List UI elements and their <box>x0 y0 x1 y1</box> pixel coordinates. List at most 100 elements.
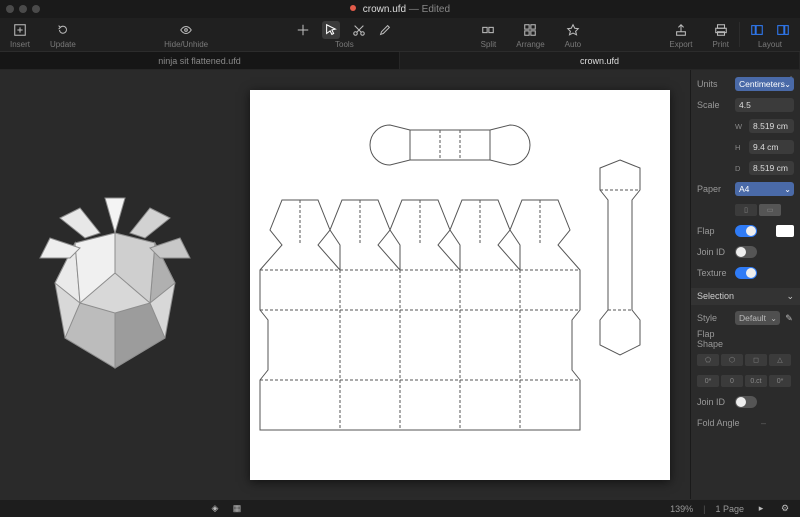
style-label: Style <box>697 313 731 323</box>
width-input[interactable]: 8.519 cm <box>749 119 794 133</box>
titlebar: crown.ufd — Edited <box>0 0 800 18</box>
auto-icon[interactable] <box>566 23 580 37</box>
move-tool-icon[interactable] <box>296 23 310 37</box>
toolbar-label-tools: Tools <box>335 40 354 49</box>
toolbar-group-export: Export <box>659 18 702 51</box>
tab-label: ninja sit flattened.ufd <box>158 56 241 66</box>
style-select[interactable]: Default⌄ <box>735 311 780 325</box>
flap-shape-2-icon[interactable]: ⬡ <box>721 354 743 366</box>
hide-icon[interactable] <box>179 23 193 37</box>
scale-input[interactable]: 4.5 <box>735 98 794 112</box>
toolbar-group-update: Update <box>40 18 86 51</box>
chevron-down-icon: ⌄ <box>784 185 791 194</box>
tab-inactive[interactable]: ninja sit flattened.ufd <box>0 52 400 69</box>
fold-angle-value: – <box>761 418 766 428</box>
main-area: Units Centimeters ⌄ Scale 4.5 W 8.519 cm… <box>0 70 800 499</box>
export-icon[interactable] <box>674 23 688 37</box>
toolbar-label-update: Update <box>50 40 76 49</box>
flap-shape-3-icon[interactable]: ◻ <box>745 354 767 366</box>
toolbar-label-layout: Layout <box>758 40 782 49</box>
toolbar-group-arrange: Arrange <box>506 18 554 51</box>
toolbar-label-export: Export <box>669 40 692 49</box>
tab-label: crown.ufd <box>580 56 619 66</box>
toolbar-group-layout: Layout <box>740 18 800 51</box>
paper-value: A4 <box>739 184 749 194</box>
edit-style-icon[interactable]: ✎ <box>784 311 794 325</box>
toolbar: Insert Update Hide/Unhide Tools Split Ar… <box>0 18 800 52</box>
update-icon[interactable] <box>56 23 70 37</box>
joinid2-label: Join ID <box>697 397 731 407</box>
chevron-down-icon: ⌄ <box>784 80 791 89</box>
window-filename: crown.ufd <box>363 4 406 15</box>
paper-select[interactable]: A4 ⌄ <box>735 182 794 196</box>
orientation-segmented[interactable]: ▯ ▭ <box>735 204 781 216</box>
flap-color-swatch[interactable] <box>776 225 794 237</box>
close-dot-icon[interactable] <box>6 5 14 13</box>
toolbar-label-hide: Hide/Unhide <box>164 40 208 49</box>
zoom-level[interactable]: 139% <box>670 504 693 514</box>
toolbar-group-tools: Tools <box>286 18 402 51</box>
toolbar-label-split: Split <box>481 40 497 49</box>
window-edited: — Edited <box>409 4 450 15</box>
layout-left-icon[interactable] <box>750 23 764 37</box>
cut-tool-icon[interactable] <box>352 23 366 37</box>
scale-label: Scale <box>697 100 731 110</box>
toolbar-group-auto: Auto <box>555 18 591 51</box>
page-count[interactable]: 1 Page <box>715 504 744 514</box>
texture-label: Texture <box>697 268 731 278</box>
height-input[interactable]: 9.4 cm <box>749 140 794 154</box>
joinid-label: Join ID <box>697 247 731 257</box>
angle-values: 0* 0 0.ct 0* <box>697 375 794 387</box>
landscape-icon[interactable]: ▭ <box>759 204 781 216</box>
window-traffic-lights[interactable] <box>6 5 40 13</box>
portrait-icon[interactable]: ▯ <box>735 204 757 216</box>
flap-label: Flap <box>697 226 731 236</box>
layout-right-icon[interactable] <box>776 23 790 37</box>
zoom-dot-icon[interactable] <box>32 5 40 13</box>
viewport-3d[interactable] <box>0 70 230 499</box>
paper-label: Paper <box>697 184 731 194</box>
chevron-down-icon: ⌄ <box>786 291 794 302</box>
fold-angle-label: Fold Angle <box>697 418 757 428</box>
inspector-panel: Units Centimeters ⌄ Scale 4.5 W 8.519 cm… <box>690 70 800 499</box>
pointer-tool-icon[interactable] <box>322 21 340 39</box>
view-grid-icon[interactable]: ▦ <box>230 502 244 516</box>
units-select[interactable]: Centimeters ⌄ <box>735 77 794 91</box>
minimize-dot-icon[interactable] <box>19 5 27 13</box>
pencil-tool-icon[interactable] <box>378 23 392 37</box>
viewport-2d[interactable] <box>230 70 690 499</box>
crown-3d-model <box>25 183 205 386</box>
insert-icon[interactable] <box>13 23 27 37</box>
print-icon[interactable] <box>714 23 728 37</box>
joinid-toggle[interactable] <box>735 246 757 258</box>
settings-gear-icon[interactable]: ⚙ <box>778 502 792 516</box>
joinid-selection-toggle[interactable] <box>735 396 757 408</box>
view-cube-icon[interactable]: ◈ <box>208 502 222 516</box>
toolbar-label-auto: Auto <box>565 40 581 49</box>
toolbar-group-split: Split <box>471 18 507 51</box>
status-bar: ◈ ▦ 139% | 1 Page ▸ ⚙ <box>0 499 800 517</box>
flap-shape-1-icon[interactable]: ⬠ <box>697 354 719 366</box>
depth-input[interactable]: 8.519 cm <box>749 161 794 175</box>
selection-header[interactable]: Selection ⌄ <box>691 288 800 305</box>
tab-strip: ninja sit flattened.ufd crown.ufd <box>0 52 800 70</box>
units-value: Centimeters <box>739 79 785 89</box>
toolbar-label-arrange: Arrange <box>516 40 544 49</box>
flap-shape-label: Flap Shape <box>697 329 731 349</box>
tab-active[interactable]: crown.ufd <box>400 52 800 69</box>
toolbar-group-hide: Hide/Unhide <box>154 18 218 51</box>
toolbar-group-insert: Insert <box>0 18 40 51</box>
flap-toggle[interactable] <box>735 225 757 237</box>
page-nav-icon[interactable]: ▸ <box>754 502 768 516</box>
unfold-page <box>250 90 670 480</box>
units-label: Units <box>697 79 731 89</box>
arrange-icon[interactable] <box>523 23 537 37</box>
flap-shape-segmented[interactable]: ⬠ ⬡ ◻ △ <box>697 354 794 366</box>
toolbar-label-print: Print <box>713 40 729 49</box>
split-icon[interactable] <box>481 23 495 37</box>
toolbar-group-print: Print <box>703 18 739 51</box>
edited-indicator-icon <box>350 5 356 11</box>
texture-toggle[interactable] <box>735 267 757 279</box>
window-title: crown.ufd — Edited <box>350 4 450 15</box>
flap-shape-4-icon[interactable]: △ <box>769 354 791 366</box>
